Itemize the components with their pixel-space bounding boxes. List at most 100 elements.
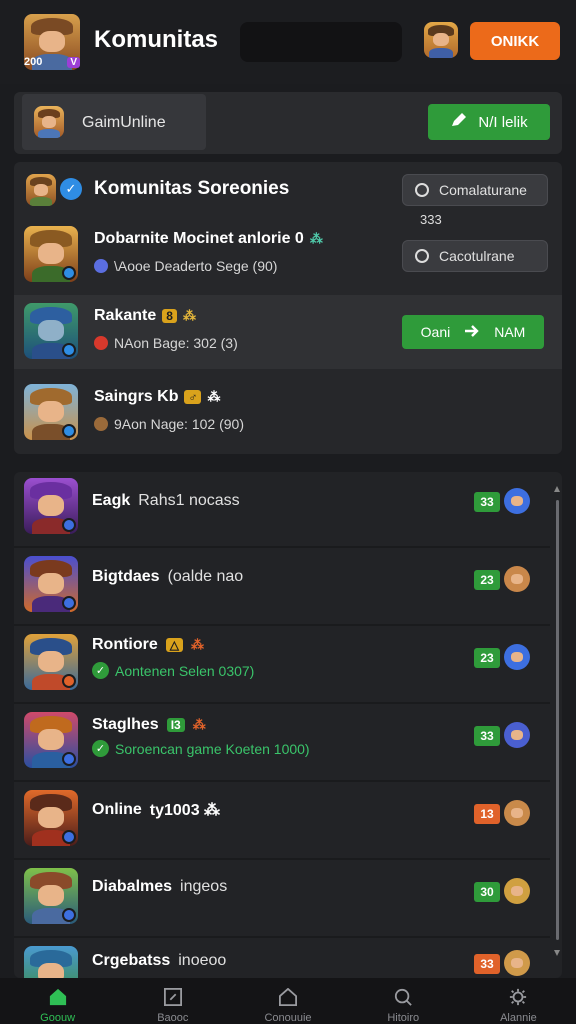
community-name: Saingrs Kb ♂ ⁂ bbox=[94, 388, 220, 406]
game-icon bbox=[94, 336, 108, 350]
featured-row[interactable]: Dobarnite Mocinet anlorie 0 ⁂ \Aooe Dead… bbox=[14, 218, 562, 292]
online-count-badge: 23 bbox=[474, 570, 500, 590]
logo-tag: 200 V bbox=[24, 54, 80, 70]
stars-icon: ⁂ bbox=[191, 637, 205, 652]
nav-item-community[interactable]: Conouuie bbox=[230, 978, 345, 1024]
list-item[interactable]: Bigtdaes (oalde nao 23 bbox=[14, 550, 550, 626]
check-icon: ✓ bbox=[92, 662, 109, 679]
scrollbar[interactable] bbox=[554, 486, 560, 956]
community-name-text: Saingrs Kb bbox=[94, 388, 179, 405]
list-item[interactable]: Online ty1003 ⁂ 13 bbox=[14, 784, 550, 860]
community-name: Diabalmes ingeos bbox=[92, 878, 227, 896]
game-icon bbox=[94, 259, 108, 273]
community-name-rest: inoeoo bbox=[178, 952, 227, 969]
nav-label: Hitoiro bbox=[387, 1012, 420, 1024]
level-chip: I3 bbox=[166, 718, 185, 732]
community-name: Bigtdaes (oalde nao bbox=[92, 568, 243, 586]
scroll-down-icon[interactable] bbox=[554, 950, 560, 956]
online-button[interactable]: ONIKK bbox=[470, 22, 560, 60]
pencil-icon bbox=[450, 112, 468, 132]
community-meta: ✓ Soroencan game Koeten 1000) bbox=[92, 740, 310, 757]
stars-icon: ⁂ bbox=[309, 231, 323, 246]
online-count-badge: 33 bbox=[474, 492, 500, 512]
online-count-badge: 23 bbox=[474, 648, 500, 668]
list-item[interactable]: Crgebatss inoeoo 33 bbox=[14, 940, 550, 978]
member-avatar bbox=[504, 950, 530, 976]
nav-item-feed[interactable]: Baooc bbox=[115, 978, 230, 1024]
community-meta-text: NAon Bage: 302 (3) bbox=[114, 335, 238, 351]
game-icon bbox=[94, 417, 108, 431]
community-name-rest: (oalde nao bbox=[167, 568, 244, 585]
app-header: 200 V Komunitas ONIKK bbox=[0, 0, 576, 84]
filter-button-1-label: Comalaturane bbox=[439, 182, 527, 198]
community-meta: ✓ Aontenen Selen 0307) bbox=[92, 662, 254, 679]
stars-icon: ⁂ bbox=[192, 717, 206, 732]
community-name: Rontiore △ ⁂ bbox=[92, 636, 204, 654]
list-item[interactable]: Staglhes I3 ⁂ ✓ Soroencan game Koeten 10… bbox=[14, 706, 550, 782]
game-online-tab[interactable]: GaimUnline bbox=[22, 94, 206, 150]
community-name-rest: ty1003 ⁂ bbox=[149, 802, 221, 819]
list-item[interactable]: Diabalmes ingeos 30 bbox=[14, 862, 550, 938]
community-meta-text: Soroencan game Koeten 1000) bbox=[115, 740, 310, 757]
community-name-rest: Rahs1 nocass bbox=[138, 492, 240, 509]
community-name: Dobarnite Mocinet anlorie 0 ⁂ bbox=[94, 230, 323, 248]
community-name-text: Online bbox=[92, 801, 142, 818]
enter-button-suffix: NAM bbox=[494, 324, 526, 340]
circle-icon bbox=[415, 183, 429, 197]
logo-tag-badge: V bbox=[67, 56, 80, 68]
community-avatar bbox=[24, 946, 78, 978]
search-icon bbox=[395, 988, 412, 1006]
member-avatar bbox=[504, 488, 530, 514]
scroll-up-icon[interactable] bbox=[554, 486, 560, 492]
community-name-text: Bigtdaes bbox=[92, 568, 160, 585]
subheader-bar: GaimUnline N/I lelik bbox=[14, 92, 562, 154]
featured-row[interactable]: Saingrs Kb ♂ ⁂ 9Aon Nage: 102 (90) bbox=[14, 376, 562, 450]
community-name-text: Diabalmes bbox=[92, 878, 173, 895]
gear-icon bbox=[510, 988, 527, 1006]
community-meta-text: 9Aon Nage: 102 (90) bbox=[114, 416, 244, 432]
search-input[interactable] bbox=[240, 22, 402, 62]
nav-label: Goouw bbox=[40, 1012, 76, 1024]
stars-icon: ⁂ bbox=[207, 389, 221, 404]
community-avatar bbox=[24, 712, 78, 768]
community-name: Online ty1003 ⁂ bbox=[92, 800, 220, 820]
community-name-text: Crgebatss bbox=[92, 952, 171, 969]
stars-icon: ⁂ bbox=[182, 308, 196, 323]
nav-label: Alannie bbox=[500, 1012, 537, 1024]
nav-item-home[interactable]: Goouw bbox=[0, 978, 115, 1024]
community-avatar bbox=[24, 226, 78, 282]
community-name: Crgebatss inoeoo bbox=[92, 952, 226, 970]
community-avatar bbox=[24, 384, 78, 440]
game-avatar bbox=[34, 106, 64, 138]
community-name-text: Dobarnite Mocinet anlorie 0 bbox=[94, 230, 304, 247]
filter-button-1[interactable]: Comalaturane bbox=[402, 174, 548, 206]
level-chip: ♂ bbox=[184, 390, 202, 404]
panel-avatar bbox=[26, 174, 56, 206]
featured-row-highlighted[interactable]: Rakante 8 ⁂ NAon Bage: 302 (3) Oani NAM bbox=[14, 295, 562, 369]
community-meta: \Aooe Deaderto Sege (90) bbox=[94, 258, 277, 274]
online-count-badge: 33 bbox=[474, 726, 500, 746]
user-avatar[interactable] bbox=[424, 22, 458, 58]
list-item[interactable]: Rontiore △ ⁂ ✓ Aontenen Selen 0307) 23 bbox=[14, 628, 550, 704]
list-item[interactable]: Eagk Rahs1 nocass 33 bbox=[14, 472, 550, 548]
bottom-navigation: Goouw Baooc Conouuie Hitoiro Alannie bbox=[0, 978, 576, 1024]
house-outline-icon bbox=[279, 988, 297, 1006]
nav-item-settings[interactable]: Alannie bbox=[461, 978, 576, 1024]
nav-item-search[interactable]: Hitoiro bbox=[346, 978, 461, 1024]
community-name-text: Eagk bbox=[92, 492, 131, 509]
join-button[interactable]: N/I lelik bbox=[428, 104, 550, 140]
check-icon: ✓ bbox=[92, 740, 109, 757]
online-count-badge: 13 bbox=[474, 804, 500, 824]
community-meta: NAon Bage: 302 (3) bbox=[94, 335, 238, 351]
community-meta: 9Aon Nage: 102 (90) bbox=[94, 416, 244, 432]
community-name-text: Rakante bbox=[94, 307, 157, 324]
community-list: Eagk Rahs1 nocass 33 Bigtdaes (oalde nao… bbox=[14, 472, 562, 978]
community-avatar bbox=[24, 478, 78, 534]
member-avatar bbox=[504, 722, 530, 748]
community-avatar bbox=[24, 556, 78, 612]
enter-button-label: Oani bbox=[420, 324, 451, 340]
community-avatar bbox=[24, 634, 78, 690]
enter-community-button[interactable]: Oani NAM bbox=[402, 315, 544, 349]
scrollbar-thumb[interactable] bbox=[556, 500, 559, 940]
community-name-text: Staglhes bbox=[92, 716, 159, 733]
